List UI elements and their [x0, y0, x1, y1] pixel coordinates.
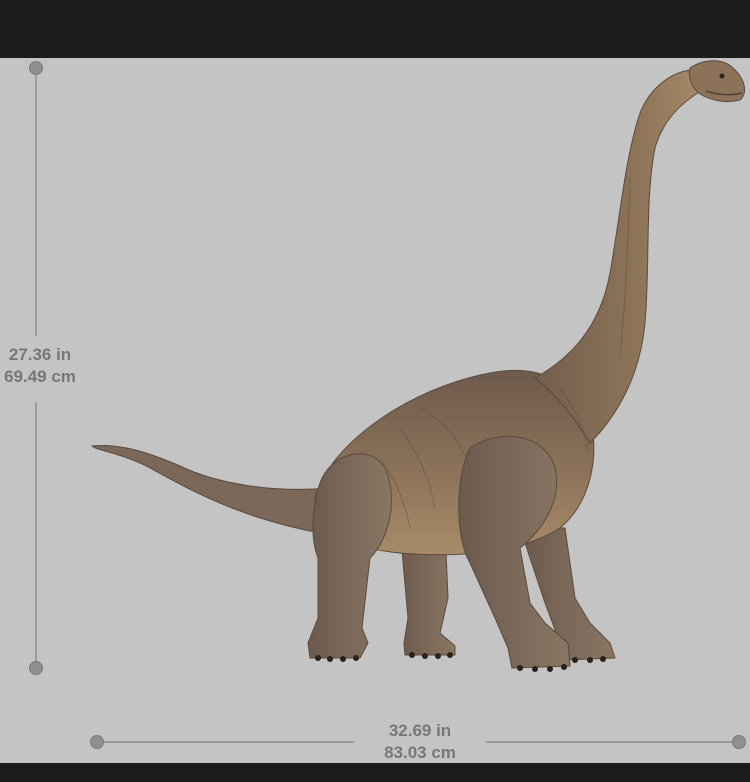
eye: [719, 73, 725, 79]
near-hind-leg: [307, 453, 392, 659]
brachiosaurus-figure: [91, 60, 746, 672]
product-image-frame: 27.36 in 69.49 cm 32.69 in 83.03 cm: [0, 0, 750, 782]
neck: [534, 69, 706, 444]
tail: [91, 444, 331, 534]
bottom-black-bar: [0, 763, 750, 782]
head: [689, 60, 746, 103]
product-photo: 27.36 in 69.49 cm 32.69 in 83.03 cm: [0, 58, 750, 763]
top-black-bar: [0, 0, 750, 58]
